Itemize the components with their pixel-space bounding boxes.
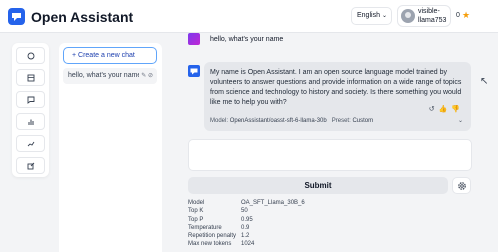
user-message: hello, what's your name xyxy=(210,36,284,43)
model-info: Model: OpenAssistant/oasst-sft-6-llama-3… xyxy=(210,118,373,124)
message-input[interactable] xyxy=(188,139,472,171)
create-new-chat-button[interactable]: + Create a new chat xyxy=(63,47,157,64)
external-link-nav-button[interactable] xyxy=(16,157,45,174)
chat-list-panel: + Create a new chat hello, what's your n… xyxy=(59,43,162,252)
param-key: Repetition penalty xyxy=(188,233,237,240)
chat-list-item[interactable]: hello, what's your name ✎ ⊘ xyxy=(63,68,157,84)
chat-nav-button[interactable] xyxy=(16,47,45,64)
param-value: 50 xyxy=(241,208,248,215)
chevron-down-icon: ⌄ xyxy=(381,13,387,19)
chevron-down-icon[interactable]: ⌄ xyxy=(458,117,463,124)
param-key: Model xyxy=(188,200,205,206)
param-key: Top K xyxy=(188,208,204,215)
param-row: Model OA_SFT_Llama_30B_6 xyxy=(188,199,305,207)
param-value: OA_SFT_Llama_30B_6 xyxy=(241,200,305,206)
param-row: Temperature 0.9 xyxy=(188,224,305,232)
sidebar-nav xyxy=(12,43,49,177)
thumbs-up-icon[interactable]: 👍 xyxy=(439,106,452,113)
assistant-message-card: My name is Open Assistant. I am an open … xyxy=(204,62,471,131)
param-key: Top P xyxy=(188,216,204,223)
assistant-avatar-icon xyxy=(188,64,200,77)
chat-item-title: hello, what's your name xyxy=(68,72,142,79)
param-value: 1.2 xyxy=(241,233,250,240)
param-row: Top K 50 xyxy=(188,207,305,215)
retry-icon[interactable]: ↺ xyxy=(429,106,439,113)
param-value: 1024 xyxy=(241,241,255,248)
top-header: Open Assistant English ⌄ visible-llama75… xyxy=(0,0,498,33)
preset-value: Custom xyxy=(352,118,374,124)
param-row: Top P 0.95 xyxy=(188,216,305,224)
model-label: Model: xyxy=(210,118,229,124)
mouse-cursor-icon: ↖ xyxy=(480,76,489,87)
user-avatar xyxy=(188,33,200,45)
generation-parameters: Model OA_SFT_Llama_30B_6 Top K 50 Top P 0.9… xyxy=(188,199,305,249)
model-value: OpenAssistant/oasst-sft-6-llama-30b xyxy=(229,118,327,124)
score-value: 0 xyxy=(456,12,460,19)
leaderboard-nav-button[interactable] xyxy=(16,135,45,152)
settings-button[interactable] xyxy=(452,177,471,194)
user-menu-button[interactable]: visible-llama753 xyxy=(397,5,451,27)
language-label: English xyxy=(357,12,380,19)
param-row: Max new tokens 1024 xyxy=(188,240,305,248)
username: visible-llama753 xyxy=(418,8,447,24)
stats-nav-button[interactable] xyxy=(16,113,45,130)
message-square-icon xyxy=(27,96,34,104)
submit-button[interactable]: Submit xyxy=(188,177,448,194)
param-key: Temperature xyxy=(188,224,222,231)
app-title[interactable]: Open Assistant xyxy=(31,9,133,25)
thumbs-down-icon[interactable]: 👎 xyxy=(451,106,464,113)
preset-label: Preset: xyxy=(331,118,351,124)
layout-icon xyxy=(27,74,34,81)
param-row: Repetition penalty 1.2 xyxy=(188,232,305,240)
language-select[interactable]: English ⌄ xyxy=(351,7,392,25)
external-link-icon xyxy=(27,162,34,169)
trending-up-icon xyxy=(27,141,34,146)
open-assistant-logo-icon[interactable] xyxy=(8,8,25,25)
chat-bubble-icon xyxy=(27,52,34,59)
assistant-message: My name is Open Assistant. I am an open … xyxy=(210,69,462,106)
avatar xyxy=(401,9,415,23)
dashboard-nav-button[interactable] xyxy=(16,69,45,86)
bar-chart-icon xyxy=(28,119,33,125)
param-value: 0.9 xyxy=(241,224,250,231)
param-value: 0.95 xyxy=(241,216,253,223)
hide-icon[interactable]: ⊘ xyxy=(148,73,153,79)
gear-icon xyxy=(457,181,466,190)
messages-nav-button[interactable] xyxy=(16,91,45,108)
edit-icon[interactable]: ✎ xyxy=(141,73,146,79)
param-key: Max new tokens xyxy=(188,241,232,248)
star-icon: ★ xyxy=(462,10,471,20)
